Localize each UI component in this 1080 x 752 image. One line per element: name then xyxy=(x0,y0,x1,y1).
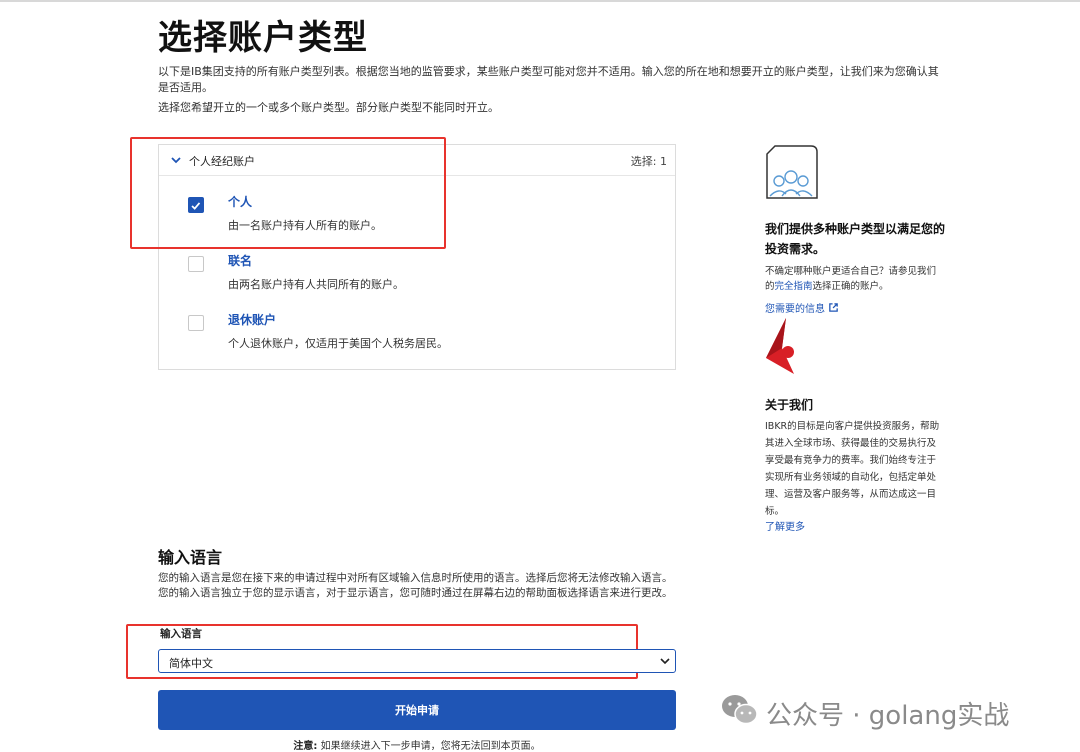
guide-text-after: 选择正确的账户。 xyxy=(812,281,889,292)
option-desc-retirement: 个人退休账户，仅适用于美国个人税务居民。 xyxy=(228,337,448,350)
note-prefix: 注意: xyxy=(293,741,318,752)
continue-note: 注意: 如果继续进入下一步申请，您将无法回到本页面。 xyxy=(158,737,676,752)
watermark: 公众号 · golang实战 xyxy=(720,690,1060,731)
info-link-label[interactable]: 您需要的信息 xyxy=(765,304,825,315)
checkbox-joint[interactable] xyxy=(188,256,204,272)
chevron-down-icon[interactable] xyxy=(659,655,671,667)
account-types-illustration-icon xyxy=(766,145,818,199)
sidebar-guide-text: 不确定哪种账户更适合自己？请参见我们的完全指南选择正确的账户。 xyxy=(765,264,945,294)
language-heading: 输入语言 xyxy=(158,548,223,567)
language-select-value[interactable]: 简体中文 xyxy=(169,655,213,671)
top-edge xyxy=(0,0,1080,2)
learn-more-link[interactable]: 了解更多 xyxy=(765,518,805,533)
note-text: 如果继续进入下一步申请，您将无法回到本页面。 xyxy=(317,741,541,752)
language-select[interactable]: 简体中文 xyxy=(158,649,676,673)
option-desc-joint: 由两名账户持有人共同所有的账户。 xyxy=(228,278,404,291)
option-title-joint[interactable]: 联名 xyxy=(228,252,252,269)
guide-link[interactable]: 完全指南 xyxy=(775,281,813,292)
start-application-button[interactable]: 开始申请 xyxy=(158,690,676,730)
instruction-text: 选择您希望开立的一个或多个账户类型。部分账户类型不能同时开立。 xyxy=(158,101,499,114)
sidebar-heading: 我们提供多种账户类型以满足您的投资需求。 xyxy=(765,222,946,256)
option-title-retirement[interactable]: 退休账户 xyxy=(228,311,276,328)
annotation-box-account xyxy=(130,137,446,249)
intro-text: 以下是IB集团支持的所有账户类型列表。根据您当地的监管要求，某些账户类型可能对您… xyxy=(158,65,939,94)
wechat-icon xyxy=(722,695,758,725)
external-link-icon[interactable] xyxy=(828,302,839,313)
checkbox-retirement[interactable] xyxy=(188,315,204,331)
about-text: IBKR的目标是向客户提供投资服务，帮助其进入全球市场、获得最佳的交易执行及享受… xyxy=(765,421,940,517)
language-field-label: 输入语言 xyxy=(160,628,202,640)
about-title: 关于我们 xyxy=(765,398,814,412)
info-link[interactable]: 您需要的信息 xyxy=(765,300,839,315)
ibkr-logo-icon xyxy=(766,318,794,374)
language-description: 您的输入语言是您在接下来的申请过程中对所有区域输入信息时所使用的语言。选择后您将… xyxy=(158,572,673,599)
selected-count: 选择: 1 xyxy=(630,155,667,168)
page-title: 选择账户类型 xyxy=(158,18,368,58)
watermark-text: 公众号 · golang实战 xyxy=(766,701,1010,731)
